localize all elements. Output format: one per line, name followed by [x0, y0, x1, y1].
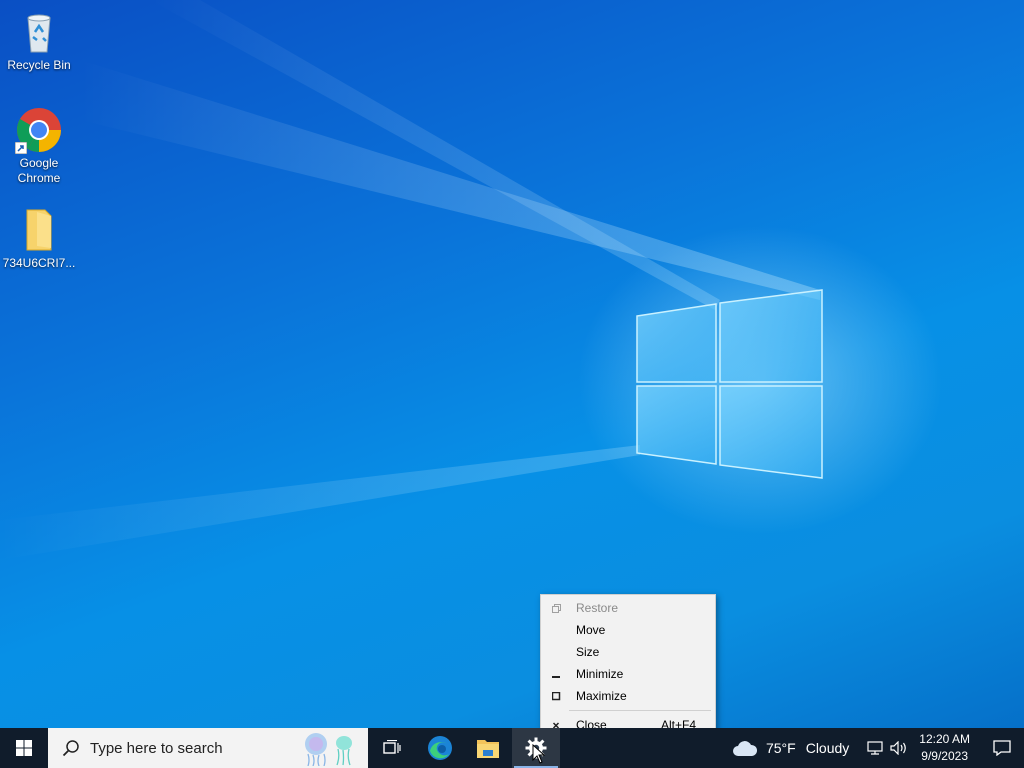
- desktop-icon-label: 734U6CRI7...: [2, 256, 76, 270]
- shortcut-arrow-icon: [15, 142, 27, 154]
- taskbar: Type here to search 75°F Cloudy 12:20 AM…: [0, 728, 1024, 768]
- desktop-icon-label: Google Chrome: [17, 156, 61, 185]
- menu-separator: [569, 710, 711, 711]
- desktop-icon-folder[interactable]: 734U6CRI7...: [1, 206, 77, 271]
- mouse-cursor-icon: [532, 744, 546, 764]
- start-button[interactable]: [0, 728, 48, 768]
- menu-item-move[interactable]: Move: [541, 619, 715, 641]
- edge-icon: [428, 736, 452, 760]
- minimize-icon: [541, 670, 571, 679]
- system-tray: 75°F Cloudy 12:20 AM 9/9/2023: [732, 728, 1024, 768]
- chrome-icon: [15, 106, 63, 154]
- desktop-icon-label: Recycle Bin: [7, 58, 71, 72]
- windows-logo-wallpaper: [636, 289, 823, 479]
- search-placeholder: Type here to search: [90, 739, 223, 757]
- weather-temperature: 75°F: [765, 740, 796, 756]
- task-view-icon: [383, 740, 401, 754]
- menu-item-minimize[interactable]: Minimize: [541, 663, 715, 685]
- taskbar-edge-button[interactable]: [416, 728, 464, 768]
- weather-condition: Cloudy: [805, 740, 850, 756]
- menu-item-size[interactable]: Size: [541, 641, 715, 663]
- maximize-icon: [541, 691, 571, 701]
- desktop-icon-chrome[interactable]: Google Chrome: [1, 106, 77, 186]
- wallpaper-beams: [0, 0, 820, 560]
- restore-icon: [541, 603, 571, 613]
- folder-icon: [15, 206, 63, 254]
- recycle-bin-icon: [15, 8, 63, 56]
- weather-widget[interactable]: 75°F Cloudy: [732, 739, 849, 757]
- desktop-icon-recycle-bin[interactable]: Recycle Bin: [1, 8, 77, 73]
- clock-date: 9/9/2023: [921, 749, 968, 763]
- taskbar-search-box[interactable]: Type here to search: [48, 728, 368, 768]
- action-center-button[interactable]: [980, 728, 1024, 768]
- file-explorer-icon: [477, 740, 499, 758]
- network-button[interactable]: [863, 728, 887, 768]
- taskbar-clock[interactable]: 12:20 AM 9/9/2023: [919, 731, 970, 765]
- search-icon: [62, 740, 79, 757]
- windows-start-icon: [16, 740, 32, 756]
- network-icon: [867, 741, 883, 755]
- window-system-menu: Restore Move Size Minimize Maximize Clos…: [540, 594, 716, 738]
- menu-item-restore[interactable]: Restore: [541, 597, 715, 619]
- speaker-icon: [890, 741, 907, 755]
- search-highlight-jellyfish-icon: [305, 733, 352, 766]
- cloud-icon: [732, 741, 757, 756]
- menu-item-maximize[interactable]: Maximize: [541, 685, 715, 707]
- volume-button[interactable]: [887, 728, 911, 768]
- desktop[interactable]: Recycle Bin Google Chrome 734U6CRI7...: [0, 0, 1024, 728]
- taskbar-file-explorer-button[interactable]: [464, 728, 512, 768]
- taskbar-task-view-button[interactable]: [368, 728, 416, 768]
- notification-icon: [993, 740, 1011, 756]
- clock-time: 12:20 AM: [919, 732, 970, 746]
